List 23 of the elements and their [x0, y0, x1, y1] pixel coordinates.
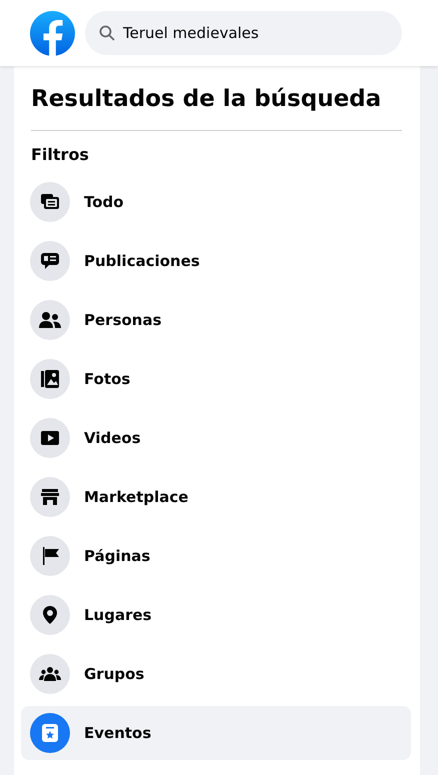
filter-item[interactable]: Páginas [21, 529, 411, 583]
page-title: Resultados de la búsqueda [31, 85, 382, 114]
people-icon [39, 310, 61, 330]
filter-item[interactable]: Publicaciones [21, 234, 411, 288]
section-heading: Filtros [31, 145, 90, 165]
filter-item[interactable]: Lugares [21, 588, 411, 642]
filter-item[interactable]: Fotos [21, 352, 411, 406]
filter-item[interactable]: Marketplace [21, 470, 411, 524]
filter-item[interactable]: Personas [21, 293, 411, 347]
filter-item[interactable]: Grupos [21, 647, 411, 701]
logo-icon[interactable] [30, 10, 75, 56]
group-icon [39, 664, 61, 684]
speech-bubble-icon [40, 251, 60, 271]
filter-item[interactable]: Eventos [21, 706, 411, 760]
flag-icon [40, 546, 60, 566]
map-pin-icon [40, 605, 60, 625]
photo-icon [40, 369, 60, 389]
shop-icon [40, 487, 60, 507]
play-icon [40, 428, 60, 448]
filter-item[interactable]: Videos [21, 411, 411, 465]
search-field[interactable]: Teruel medievales [85, 11, 402, 55]
cards-icon [40, 192, 60, 212]
filter-item[interactable]: Todo [21, 175, 411, 229]
